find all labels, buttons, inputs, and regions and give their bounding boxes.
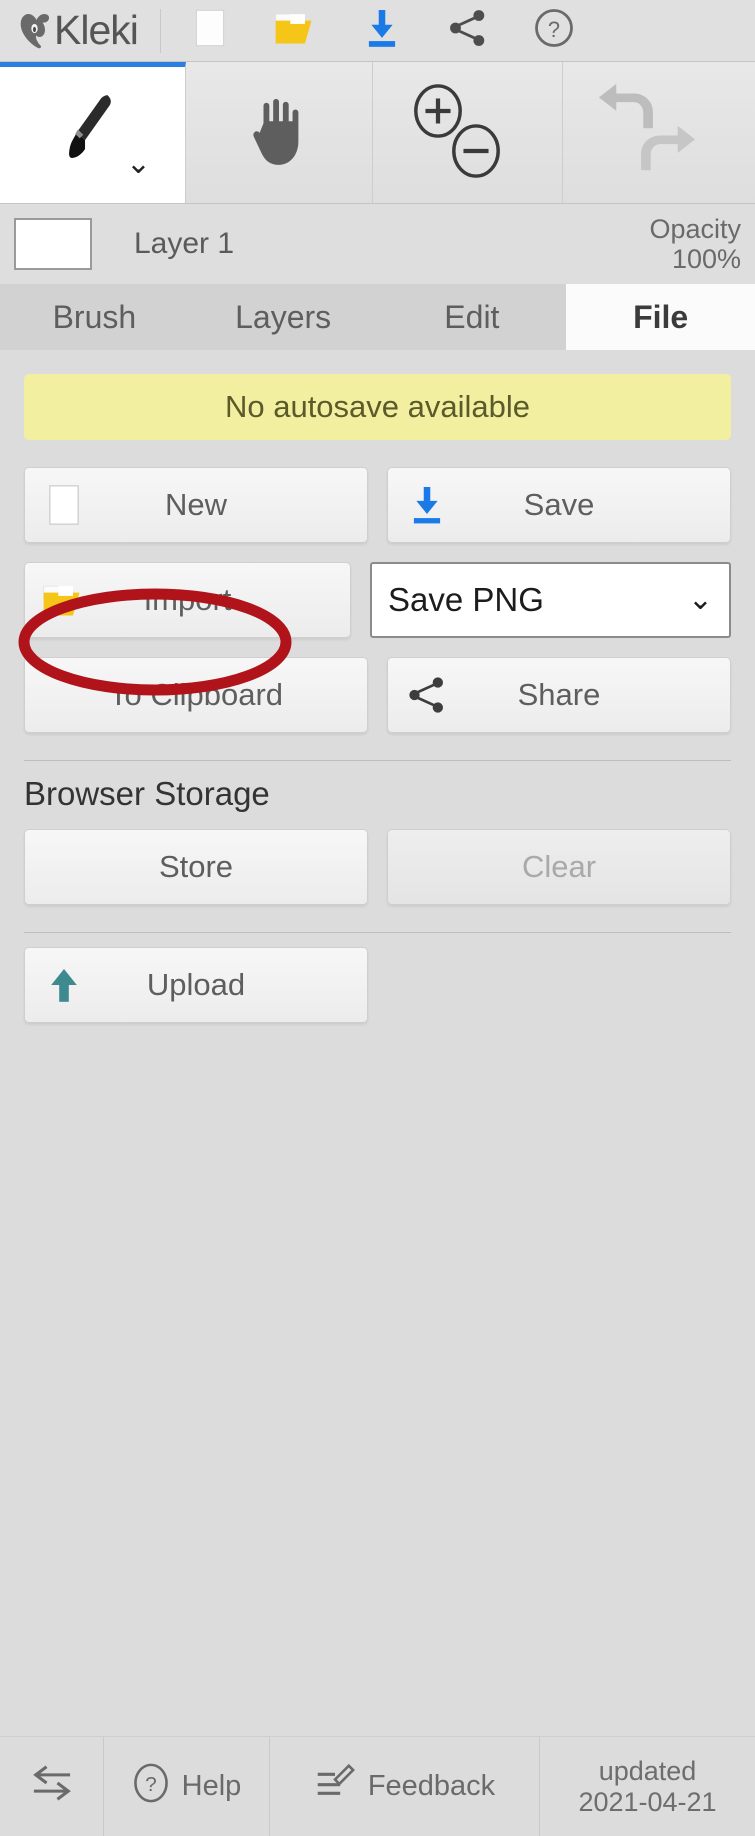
panel-spacer [24, 1023, 731, 1736]
footer-bar: ? Help Feedback updated 2021-04-21 [0, 1736, 755, 1836]
brush-tool[interactable]: ⌄ [0, 62, 186, 203]
save-format-select[interactable]: Save PNG ⌄ [370, 562, 731, 638]
tool-row: ⌄ [0, 62, 755, 204]
chevron-down-icon: ⌄ [687, 583, 713, 616]
opacity-label: Opacity [649, 213, 741, 244]
page-icon [195, 8, 225, 53]
new-button[interactable]: New [24, 467, 368, 543]
question-circle-icon: ? [132, 1762, 170, 1812]
to-clipboard-button[interactable]: To Clipboard [24, 657, 368, 733]
brush-icon [62, 88, 124, 183]
tab-file[interactable]: File [566, 284, 755, 350]
folder-icon [41, 577, 87, 623]
import-button[interactable]: Import [24, 562, 351, 638]
layer-row[interactable]: Layer 1 Opacity 100% [0, 204, 755, 284]
store-button[interactable]: Store [24, 829, 368, 905]
folder-icon [274, 9, 318, 52]
file-actions-grid: New Save Import Save PNG ⌄ To Clipboard … [24, 467, 731, 733]
file-panel: No autosave available New Save Import Sa… [0, 350, 755, 1736]
share-icon [448, 8, 488, 53]
top-bar: Kleki ? [0, 0, 755, 62]
file-actions-row-3: To Clipboard Share [24, 657, 731, 733]
upload-arrow-icon [41, 962, 87, 1008]
zoom-out-icon[interactable] [449, 122, 503, 185]
question-circle-icon: ? [533, 7, 575, 54]
hand-icon [248, 94, 310, 171]
new-document-button[interactable] [167, 0, 253, 62]
kleki-logo-icon [14, 9, 58, 53]
updated-info: updated 2021-04-21 [540, 1737, 755, 1836]
layer-name: Layer 1 [134, 227, 235, 260]
updated-label: updated [598, 1755, 697, 1786]
share-button-top[interactable] [425, 0, 511, 62]
file-actions-row-1: New Save [24, 467, 731, 543]
import-button-top[interactable] [253, 0, 339, 62]
feedback-pencil-icon [314, 1763, 356, 1810]
brush-options-caret-icon[interactable]: ⌄ [126, 149, 151, 179]
swap-arrows-icon [30, 1764, 74, 1810]
feedback-button[interactable]: Feedback [270, 1737, 540, 1836]
share-button[interactable]: Share [387, 657, 731, 733]
save-format-value: Save PNG [388, 581, 544, 618]
tab-layers[interactable]: Layers [188, 284, 378, 350]
autosave-status-banner: No autosave available [24, 374, 731, 440]
share-button-label: Share [517, 677, 601, 712]
opacity-display[interactable]: Opacity 100% [649, 214, 741, 274]
browser-storage-actions: Store Clear [24, 829, 731, 905]
help-button[interactable]: ? Help [104, 1737, 270, 1836]
kleki-app: Kleki ? ⌄ Layer 1 Opacity 100% Brush Lay… [0, 0, 755, 1836]
upload-button-label: Upload [146, 967, 246, 1002]
hand-tool[interactable] [186, 62, 373, 203]
save-button[interactable]: Save [387, 467, 731, 543]
upload-row: Upload [24, 947, 731, 1023]
file-actions-row-2: Import Save PNG ⌄ [24, 562, 731, 638]
tab-bar: Brush Layers Edit File [0, 284, 755, 350]
store-button-label: Store [158, 849, 234, 884]
new-button-label: New [164, 487, 227, 522]
redo-icon[interactable] [641, 122, 699, 181]
section-divider-storage [24, 760, 731, 761]
toolbar-divider [159, 8, 161, 53]
to-clipboard-button-label: To Clipboard [108, 677, 284, 712]
svg-text:?: ? [548, 17, 560, 42]
app-title: Kleki [54, 7, 139, 53]
tab-edit[interactable]: Edit [377, 284, 567, 350]
download-icon [364, 8, 400, 53]
feedback-label: Feedback [367, 1770, 496, 1802]
app-logo: Kleki [0, 0, 154, 61]
history-tools [563, 62, 753, 203]
browser-storage-title: Browser Storage [24, 775, 270, 812]
import-button-label: Import [143, 582, 232, 617]
opacity-value: 100% [671, 244, 741, 274]
save-button-top[interactable] [339, 0, 425, 62]
section-divider-upload [24, 932, 731, 933]
clear-button[interactable]: Clear [387, 829, 731, 905]
swap-ui-button[interactable] [0, 1737, 104, 1836]
svg-text:?: ? [145, 1772, 157, 1795]
clear-button-label: Clear [521, 849, 597, 884]
upload-button[interactable]: Upload [24, 947, 368, 1023]
page-icon [41, 482, 87, 528]
share-icon [404, 672, 450, 718]
help-label: Help [181, 1770, 242, 1802]
help-button-top[interactable]: ? [511, 0, 597, 62]
save-button-label: Save [523, 487, 595, 522]
download-icon [404, 482, 450, 528]
updated-date: 2021-04-21 [578, 1786, 717, 1817]
zoom-tools [373, 62, 563, 203]
tab-brush[interactable]: Brush [0, 284, 189, 350]
layer-thumbnail[interactable] [14, 218, 92, 270]
